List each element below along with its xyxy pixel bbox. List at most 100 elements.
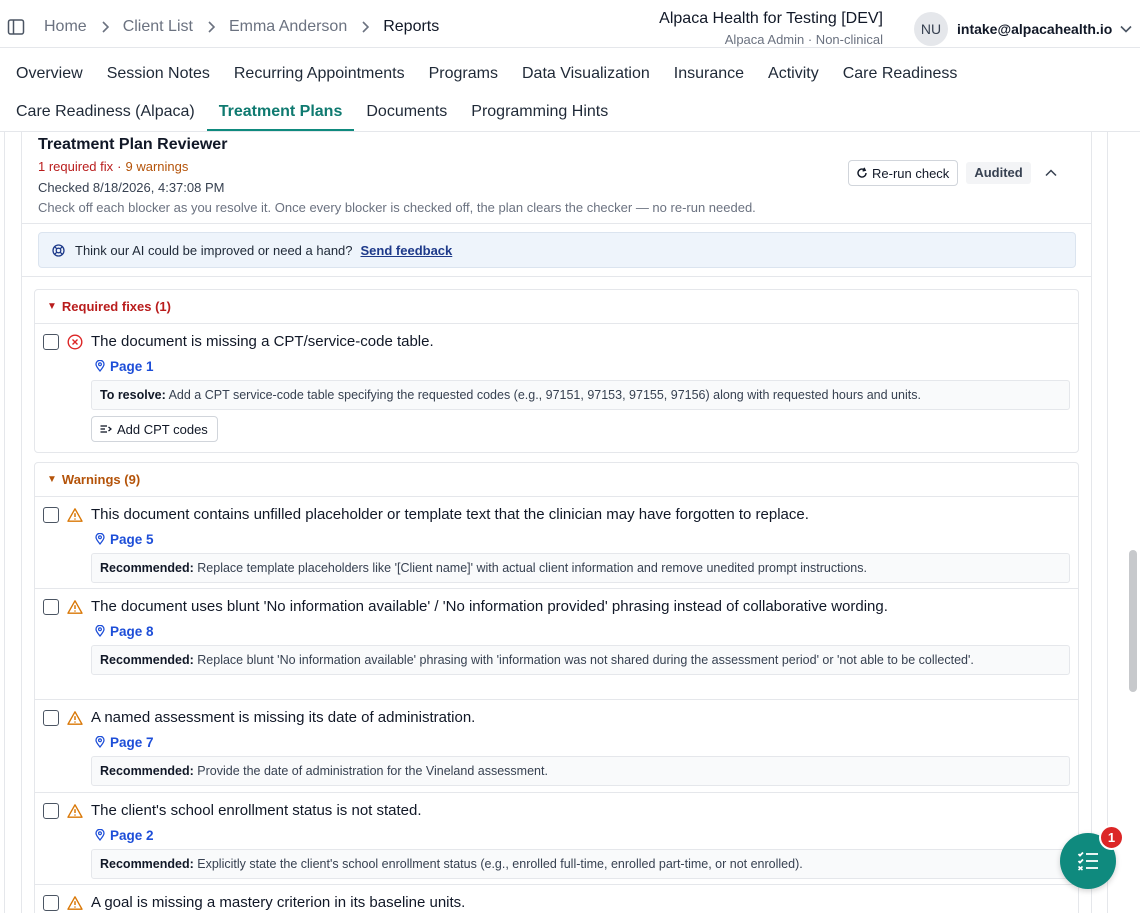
recommendation-box: Recommended: Replace template placeholde… (91, 553, 1070, 583)
issue-text: The client's school enrollment status is… (91, 802, 422, 819)
tab-session-notes[interactable]: Session Notes (95, 55, 222, 93)
list-item: The client's school enrollment status is… (35, 793, 1078, 885)
checklist-icon (1077, 851, 1099, 871)
rerun-check-button[interactable]: Re-run check (848, 160, 959, 186)
list-add-icon (100, 424, 112, 434)
list-item: The document is missing a CPT/service-co… (35, 324, 1078, 452)
issue-text: This document contains unfilled placehol… (91, 506, 809, 523)
warning-triangle-icon (67, 507, 83, 523)
tab-activity[interactable]: Activity (756, 55, 831, 93)
scrollbar-thumb[interactable] (1129, 550, 1137, 692)
org-info: Alpaca Health for Testing [DEV] Alpaca A… (659, 10, 883, 48)
tab-insurance[interactable]: Insurance (662, 55, 756, 93)
breadcrumb-current: Reports (383, 18, 440, 35)
tab-care-readiness[interactable]: Care Readiness (831, 55, 970, 93)
warning-triangle-icon (67, 895, 83, 911)
breadcrumb: Home Client List Emma Anderson Reports (44, 17, 439, 37)
recommendation-label: Recommended: (100, 561, 194, 575)
divider (22, 223, 1091, 224)
recommendation-label: Recommended: (100, 857, 194, 871)
add-cpt-codes-button[interactable]: Add CPT codes (91, 416, 218, 442)
org-name: Alpaca Health for Testing [DEV] (659, 10, 883, 27)
page-link-label: Page 5 (110, 531, 154, 547)
page-link-label: Page 1 (110, 358, 154, 374)
breadcrumb-home[interactable]: Home (44, 18, 87, 36)
warning-triangle-icon (67, 710, 83, 726)
recommendation-text: Explicitly state the client's school enr… (197, 857, 803, 871)
map-pin-icon (95, 829, 105, 841)
warnings-header[interactable]: ▼ Warnings (9) (35, 463, 1078, 497)
page-link-label: Page 2 (110, 827, 154, 843)
send-feedback-link[interactable]: Send feedback (361, 243, 453, 258)
list-item: This document contains unfilled placehol… (35, 497, 1078, 589)
list-item: A named assessment is missing its date o… (35, 700, 1078, 793)
reviewer-title: Treatment Plan Reviewer (38, 136, 228, 153)
resolve-checkbox[interactable] (43, 507, 59, 523)
page-link[interactable]: Page 2 (91, 825, 154, 845)
resolve-checkbox[interactable] (43, 334, 59, 350)
page-link[interactable]: Page 8 (91, 621, 154, 641)
page-link[interactable]: Page 5 (91, 529, 154, 549)
chevron-right-icon (361, 21, 370, 33)
resolution-label: To resolve: (100, 388, 166, 402)
user-menu[interactable]: NU intake@alpacahealth.io (914, 12, 1132, 46)
content-border-left (4, 132, 5, 913)
reviewer-actions: Re-run check Audited (848, 160, 1057, 186)
breadcrumb-client-list[interactable]: Client List (123, 18, 193, 36)
top-bar: Home Client List Emma Anderson Reports A… (0, 0, 1140, 48)
org-role: Alpaca Admin · Non-clinical (724, 32, 883, 47)
tab-programs[interactable]: Programs (417, 55, 510, 93)
issue-text: The document uses blunt 'No information … (91, 598, 888, 615)
resolve-checkbox[interactable] (43, 710, 59, 726)
map-pin-icon (95, 533, 105, 545)
status-badge: Audited (966, 162, 1031, 184)
content-border-right (1107, 132, 1108, 913)
list-item: A goal is missing a mastery criterion in… (35, 885, 1078, 913)
recommendation-text: Provide the date of administration for t… (197, 764, 548, 778)
chevron-up-icon[interactable] (1045, 169, 1057, 177)
feedback-banner: Think our AI could be improved or need a… (38, 232, 1076, 268)
map-pin-icon (95, 736, 105, 748)
tab-recurring-appointments[interactable]: Recurring Appointments (222, 55, 417, 93)
triangle-down-icon: ▼ (47, 474, 57, 485)
tab-row-2: Care Readiness (Alpaca) Treatment Plans Do… (16, 93, 620, 131)
error-circle-icon (67, 334, 83, 350)
recommendation-box: Recommended: Explicitly state the client… (91, 849, 1070, 879)
issue-text: A named assessment is missing its date o… (91, 709, 476, 726)
tab-bar: Overview Session Notes Recurring Appointme… (0, 49, 1140, 132)
tab-data-visualization[interactable]: Data Visualization (510, 55, 662, 93)
resolve-checkbox[interactable] (43, 803, 59, 819)
map-pin-icon (95, 625, 105, 637)
chevron-right-icon (207, 21, 215, 33)
warnings-section: ▼ Warnings (9) This document contains un… (34, 462, 1079, 913)
recommendation-label: Recommended: (100, 653, 194, 667)
tab-programming-hints[interactable]: Programming Hints (459, 93, 620, 131)
map-pin-icon (95, 360, 105, 372)
lifebuoy-icon (52, 243, 65, 257)
treatment-plan-reviewer-panel: Treatment Plan Reviewer 1 required fix · 9… (21, 132, 1092, 913)
sidebar-toggle-icon[interactable] (6, 17, 26, 37)
divider (22, 276, 1091, 277)
reviewer-help-text: Check off each blocker as you resolve it… (38, 200, 756, 215)
tab-treatment-plans[interactable]: Treatment Plans (206, 93, 355, 131)
list-item: The document uses blunt 'No information … (35, 589, 1078, 700)
triangle-down-icon: ▼ (47, 301, 57, 312)
resolve-checkbox[interactable] (43, 599, 59, 615)
breadcrumb-client[interactable]: Emma Anderson (229, 18, 347, 36)
page-link[interactable]: Page 7 (91, 732, 154, 752)
required-fix-count: 1 required fix (38, 159, 114, 174)
tab-documents[interactable]: Documents (354, 93, 459, 131)
summary-separator: · (117, 159, 122, 174)
chevron-down-icon (1120, 25, 1132, 33)
required-fixes-header[interactable]: ▼ Required fixes (1) (35, 290, 1078, 324)
tab-overview[interactable]: Overview (16, 55, 95, 93)
avatar: NU (914, 12, 948, 46)
tab-care-readiness-alpaca[interactable]: Care Readiness (Alpaca) (16, 93, 207, 131)
resolve-checkbox[interactable] (43, 895, 59, 911)
warning-triangle-icon (67, 599, 83, 615)
scrollbar-track[interactable] (1126, 132, 1140, 913)
recommendation-box: Recommended: Provide the date of adminis… (91, 756, 1070, 786)
required-fixes-section: ▼ Required fixes (1) The document is mis… (34, 289, 1079, 453)
recommendation-text: Replace template placeholders like '[Cli… (197, 561, 867, 575)
page-link[interactable]: Page 1 (91, 356, 154, 376)
